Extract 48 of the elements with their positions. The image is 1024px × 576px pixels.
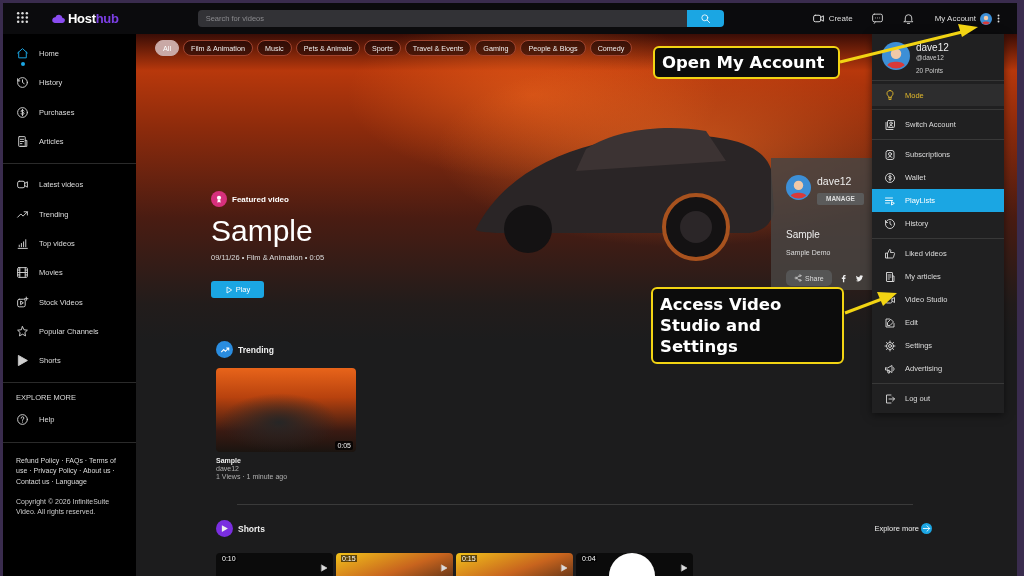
trending-icon [216,341,233,358]
playlist-icon [884,194,896,207]
play-icon [680,564,688,572]
apps-grid-icon [16,10,29,24]
featured-title: Sample [211,213,313,249]
history-icon [884,217,896,230]
share-icon [794,274,802,282]
award-icon [211,191,227,207]
chat-icon [870,12,884,25]
logo-text: Hosthub [68,11,119,26]
bell-icon [901,12,915,25]
edit-icon [884,316,896,329]
channel-name: dave12 [817,175,853,187]
twitter-icon [854,273,864,283]
search-button[interactable] [686,10,724,27]
section-heading: Trending [238,344,274,355]
avatar-icon [786,175,811,200]
megaphone-icon [884,362,896,375]
person-icon [884,148,896,161]
play-icon [560,564,568,572]
search-icon [699,13,711,24]
logout-icon [884,392,896,405]
video-title: Sample [786,229,821,240]
section-heading: Shorts [238,523,265,534]
settings-icon [884,339,896,352]
video-camera-icon [811,12,825,25]
messages-button[interactable] [870,12,884,25]
annotation-arrow [844,292,897,315]
notifications-button[interactable] [901,12,915,25]
document-icon [884,270,896,283]
featured-label: Featured video [232,194,289,204]
account-link[interactable]: My Account [934,14,976,23]
lightbulb-icon [884,89,896,101]
play-icon [440,564,448,572]
arrow-right-icon [921,522,932,534]
create-button[interactable]: Create [811,12,853,25]
logo[interactable]: Hosthub [51,11,119,26]
play-icon [320,564,328,572]
play-icon [224,285,233,294]
dollar-icon [884,171,896,184]
annotation-callout: Open My Account [653,46,840,79]
avatar-icon [882,42,910,70]
play-icon [216,520,233,537]
thumbs-up-icon [884,247,896,260]
avatar-icon [980,12,992,25]
user-name: dave12 [916,42,949,53]
annotation-callout: Access Video Studio and Settings [651,287,844,364]
switch-account-icon [884,118,896,131]
